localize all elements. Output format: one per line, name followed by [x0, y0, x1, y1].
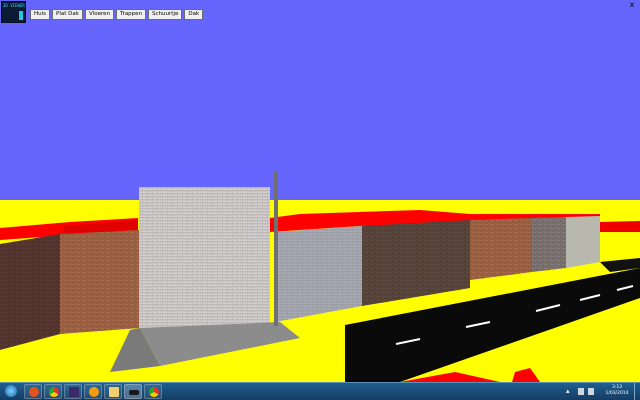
pole — [274, 171, 278, 326]
clock-date: 1/03/2014 — [605, 391, 629, 396]
white-brick-wall-texture — [139, 187, 270, 328]
show-desktop-button[interactable] — [634, 383, 640, 400]
folder-icon[interactable] — [104, 384, 122, 399]
house-orange-brick — [470, 218, 532, 280]
chrome-icon[interactable] — [44, 384, 62, 399]
3d-viewport[interactable] — [0, 0, 640, 382]
button-schuurtje[interactable]: Schuurtje — [148, 9, 183, 20]
tray-expand-icon[interactable]: ▴ — [566, 387, 570, 395]
settings-icon[interactable] — [24, 384, 42, 399]
car-window-icon[interactable] — [124, 384, 142, 399]
toolbar: 3D VIEWER Huis Plat Dak Vloeren Trappen … — [0, 0, 640, 24]
button-huis[interactable]: Huis — [30, 9, 51, 20]
roof-right-far — [600, 221, 640, 232]
house-light-grey — [566, 216, 600, 268]
house-small-grey-brick — [532, 217, 566, 272]
house-left-front-brick — [60, 230, 140, 334]
start-orb-icon[interactable] — [2, 384, 20, 399]
sky — [0, 0, 640, 205]
media-player-icon[interactable] — [84, 384, 102, 399]
button-plat-dak[interactable]: Plat Dak — [52, 9, 83, 20]
close-icon[interactable]: x — [628, 1, 636, 9]
network-icon[interactable] — [578, 388, 584, 395]
volume-icon[interactable] — [588, 388, 594, 395]
button-dak[interactable]: Dak — [184, 9, 204, 20]
house-grey-brick — [275, 226, 362, 322]
button-trappen[interactable]: Trappen — [116, 9, 147, 20]
premiere-icon[interactable] — [64, 384, 82, 399]
mini-panel[interactable]: 3D VIEWER — [1, 1, 26, 23]
taskbar: ▴ 3:13 1/03/2014 — [0, 382, 640, 400]
mini-slider-handle[interactable] — [19, 11, 23, 20]
button-vloeren[interactable]: Vloeren — [84, 9, 114, 20]
chrome-icon-2[interactable] — [144, 384, 162, 399]
mini-panel-label: 3D VIEWER — [3, 3, 25, 8]
house-left-side-brick — [0, 234, 60, 350]
clock[interactable]: 3:13 1/03/2014 — [602, 385, 632, 397]
